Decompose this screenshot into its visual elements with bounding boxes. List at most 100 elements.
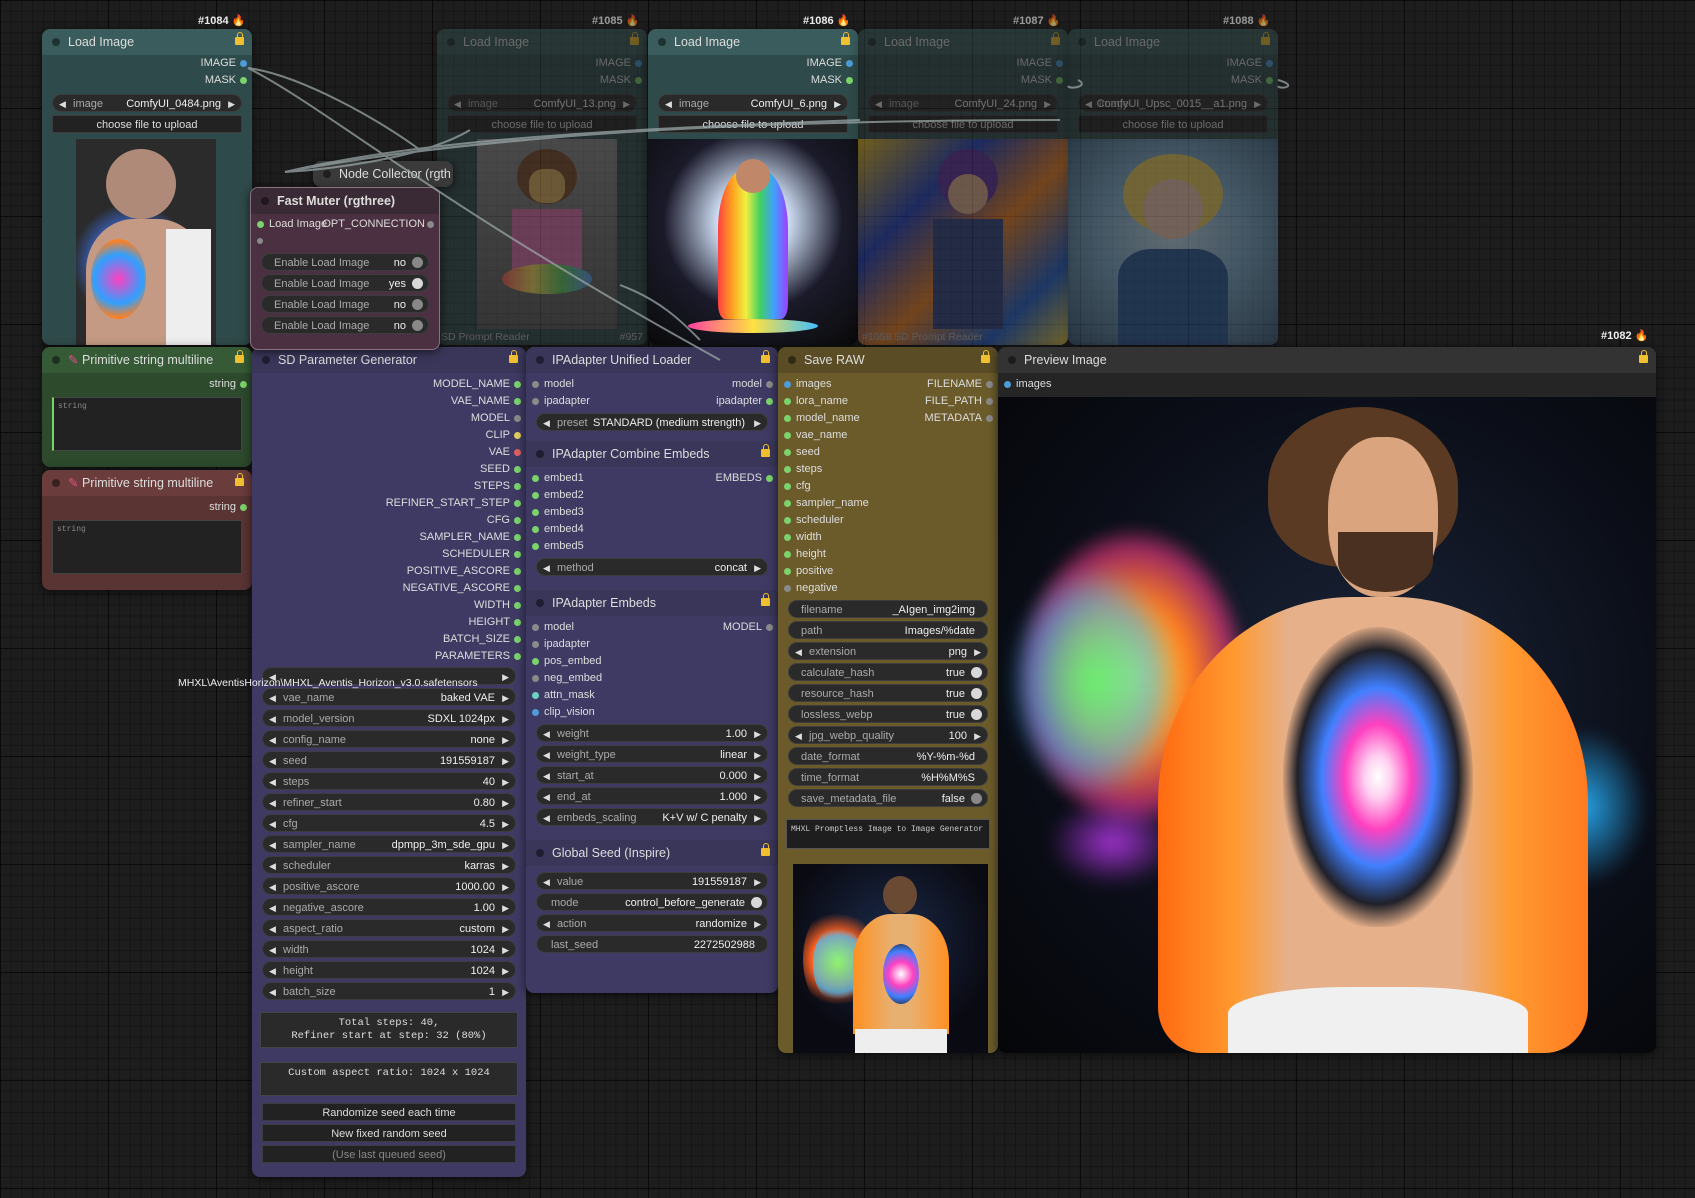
output-width[interactable]: WIDTH xyxy=(252,597,526,614)
global-seed-title[interactable]: Global Seed (Inspire) xyxy=(526,840,778,866)
calculate-hash-toggle[interactable]: calculate_hash true xyxy=(788,663,988,681)
node-title[interactable]: Preview Image xyxy=(998,347,1656,373)
seed-action-select[interactable]: ◀ action randomize ▶ xyxy=(536,914,768,932)
node-title[interactable]: ✎ Primitive string multiline xyxy=(42,470,252,496)
output-mask[interactable]: MASK xyxy=(42,72,252,89)
output-sampler-name[interactable]: SAMPLER_NAME xyxy=(252,529,526,546)
toggle-enable-load-image-1[interactable]: Enable Load Image no xyxy=(261,253,429,271)
primitive-string-node-2[interactable]: ✎ Primitive string multiline string stri… xyxy=(42,470,252,590)
save-raw-node[interactable]: Save RAW images FILENAME lora_name FILE_PA… xyxy=(778,347,998,1053)
preview-image-node[interactable]: Preview Image images xyxy=(998,347,1656,1053)
image-select[interactable]: ◀ image ComfyUI_6.png ▶ xyxy=(658,94,848,112)
image-select[interactable]: ◀ image ComfyUI_Upsc_0015__a1.png ▶ xyxy=(1078,94,1268,112)
load-image-node-1084[interactable]: Load Image IMAGE MASK ◀ image ComfyUI_0484… xyxy=(42,29,252,345)
seed-field[interactable]: ◀ seed 191559187 ▶ xyxy=(262,751,516,769)
refiner-start-field[interactable]: ◀ refiner_start 0.80 ▶ xyxy=(262,793,516,811)
node-title[interactable]: Load Image xyxy=(858,29,1068,55)
lossless-webp-toggle[interactable]: lossless_webp true xyxy=(788,705,988,723)
lock-icon[interactable] xyxy=(981,350,990,363)
node-title[interactable]: Node Collector (rgth xyxy=(313,161,453,187)
lock-icon[interactable] xyxy=(509,350,518,363)
output-mask[interactable]: MASK xyxy=(437,72,647,89)
node-title[interactable]: Save RAW xyxy=(778,347,998,373)
cfg-field[interactable]: ◀ cfg 4.5 ▶ xyxy=(262,814,516,832)
combine-embed1-row[interactable]: embed1 EMBEDS xyxy=(526,470,778,487)
upload-button[interactable]: choose file to upload xyxy=(447,115,637,133)
lock-icon[interactable] xyxy=(1051,32,1060,45)
image-select[interactable]: ◀ image ComfyUI_0484.png ▶ xyxy=(52,94,242,112)
embeds-clip-vision[interactable]: clip_vision xyxy=(526,704,778,721)
save-seed[interactable]: seed xyxy=(778,444,998,461)
positive-ascore-field[interactable]: ◀ positive_ascore 1000.00 ▶ xyxy=(262,877,516,895)
output-mask[interactable]: MASK xyxy=(648,72,858,89)
extension-select[interactable]: ◀ extension png ▶ xyxy=(788,642,988,660)
lock-icon[interactable] xyxy=(761,444,770,457)
image-select[interactable]: ◀ image ComfyUI_24.png ▶ xyxy=(868,94,1058,112)
output-parameters[interactable]: PARAMETERS xyxy=(252,648,526,665)
embeds-scaling-select[interactable]: ◀ embeds_scaling K+V w/ C penalty ▶ xyxy=(536,808,768,826)
save-width[interactable]: width xyxy=(778,529,998,546)
save-model-row[interactable]: model_name METADATA xyxy=(778,410,998,427)
save-positive[interactable]: positive xyxy=(778,563,998,580)
path-field[interactable]: path Images/%date xyxy=(788,621,988,639)
ipa-loader-model-row[interactable]: model model xyxy=(526,376,778,393)
upload-button[interactable]: choose file to upload xyxy=(52,115,242,133)
output-cfg[interactable]: CFG xyxy=(252,512,526,529)
lock-icon[interactable] xyxy=(761,843,770,856)
upload-button[interactable]: choose file to upload xyxy=(658,115,848,133)
output-string[interactable]: string xyxy=(42,376,252,393)
weight-field[interactable]: ◀ weight 1.00 ▶ xyxy=(536,724,768,742)
output-clip[interactable]: CLIP xyxy=(252,427,526,444)
embeds-attn-mask[interactable]: attn_mask xyxy=(526,687,778,704)
jpg-webp-quality-field[interactable]: ◀ jpg_webp_quality 100 ▶ xyxy=(788,726,988,744)
ipa-loader-ipadapter-row[interactable]: ipadapter ipadapter xyxy=(526,393,778,410)
date-format-field[interactable]: date_format %Y-%m-%d xyxy=(788,747,988,765)
image-select[interactable]: ◀ image ComfyUI_13.png ▶ xyxy=(447,94,637,112)
output-model-name[interactable]: MODEL_NAME xyxy=(252,376,526,393)
output-refiner-start-step[interactable]: REFINER_START_STEP xyxy=(252,495,526,512)
sd-parameter-generator-node[interactable]: SD Parameter Generator MODEL_NAME VAE_NA… xyxy=(252,347,526,1177)
output-string[interactable]: string xyxy=(42,499,252,516)
last-seed-field[interactable]: last_seed 2272502988 xyxy=(536,935,768,953)
preset-select[interactable]: ◀ preset STANDARD (medium strength) ▶ xyxy=(536,413,768,431)
lock-icon[interactable] xyxy=(761,593,770,606)
height-field[interactable]: ◀ height 1024 ▶ xyxy=(262,961,516,979)
combine-embed4[interactable]: embed4 xyxy=(526,521,778,538)
use-last-seed-button[interactable]: (Use last queued seed) xyxy=(262,1145,516,1163)
toggle-enable-load-image-4[interactable]: Enable Load Image no xyxy=(261,316,429,334)
string-textarea[interactable]: string xyxy=(52,520,242,574)
save-lora-row[interactable]: lora_name FILE_PATH xyxy=(778,393,998,410)
save-height[interactable]: height xyxy=(778,546,998,563)
steps-field[interactable]: ◀ steps 40 ▶ xyxy=(262,772,516,790)
output-image[interactable]: IMAGE xyxy=(42,55,252,72)
model-version-select[interactable]: ◀ model_version SDXL 1024px ▶ xyxy=(262,709,516,727)
lock-icon[interactable] xyxy=(235,350,244,363)
output-model[interactable]: MODEL xyxy=(252,410,526,427)
lock-icon[interactable] xyxy=(841,32,850,45)
save-scheduler[interactable]: scheduler xyxy=(778,512,998,529)
output-height[interactable]: HEIGHT xyxy=(252,614,526,631)
save-images-row[interactable]: images FILENAME xyxy=(778,376,998,393)
node-title[interactable]: Load Image xyxy=(648,29,858,55)
node-title[interactable]: SD Parameter Generator xyxy=(252,347,526,373)
start-at-field[interactable]: ◀ start_at 0.000 ▶ xyxy=(536,766,768,784)
string-textarea[interactable]: string xyxy=(52,397,242,451)
load-image-node-1087[interactable]: Load Image IMAGE MASK ◀ image ComfyUI_24.p… xyxy=(858,29,1068,345)
seed-value-field[interactable]: ◀ value 191559187 ▶ xyxy=(536,872,768,890)
new-fixed-seed-button[interactable]: New fixed random seed xyxy=(262,1124,516,1142)
weight-type-select[interactable]: ◀ weight_type linear ▶ xyxy=(536,745,768,763)
sampler-name-select[interactable]: ◀ sampler_name dpmpp_3m_sde_gpu ▶ xyxy=(262,835,516,853)
toggle-enable-load-image-3[interactable]: Enable Load Image no xyxy=(261,295,429,313)
save-vae-name[interactable]: vae_name xyxy=(778,427,998,444)
output-negative-ascore[interactable]: NEGATIVE_ASCORE xyxy=(252,580,526,597)
toggle-enable-load-image-2[interactable]: Enable Load Image yes xyxy=(261,274,429,292)
embeds-neg-embed[interactable]: neg_embed xyxy=(526,670,778,687)
save-steps[interactable]: steps xyxy=(778,461,998,478)
load-image-node-1085[interactable]: Load Image IMAGE MASK ◀ image ComfyUI_13.p… xyxy=(437,29,647,345)
save-sampler-name[interactable]: sampler_name xyxy=(778,495,998,512)
output-positive-ascore[interactable]: POSITIVE_ASCORE xyxy=(252,563,526,580)
node-title[interactable]: Load Image xyxy=(42,29,252,55)
load-image-node-1086[interactable]: Load Image IMAGE MASK ◀ image ComfyUI_6.pn… xyxy=(648,29,858,345)
combine-embed2[interactable]: embed2 xyxy=(526,487,778,504)
output-image[interactable]: IMAGE xyxy=(648,55,858,72)
